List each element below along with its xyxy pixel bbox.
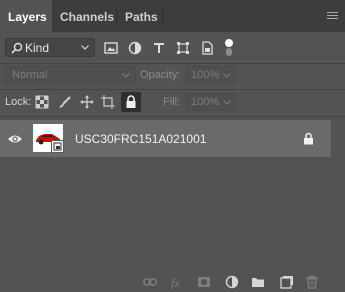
filter-kind-dropdown[interactable]: Kind	[5, 38, 95, 57]
chevron-down-icon	[223, 73, 231, 78]
new-group-icon[interactable]	[251, 275, 265, 289]
chevron-down-icon	[122, 73, 130, 78]
svg-text:fx: fx	[171, 276, 180, 289]
chevron-down-icon	[223, 100, 231, 105]
layers-scrollbar[interactable]	[331, 120, 345, 270]
divider	[0, 89, 345, 90]
add-mask-icon[interactable]	[197, 275, 211, 289]
lock-icon	[304, 132, 313, 145]
divider	[0, 116, 345, 117]
link-layers-icon[interactable]	[143, 275, 157, 289]
tab-layers[interactable]: Layers	[0, 0, 52, 32]
delete-layer-icon[interactable]	[305, 275, 319, 289]
filter-toggle-icon[interactable]	[222, 38, 236, 58]
lock-all-button[interactable]	[121, 92, 141, 112]
adjustment-filter-icon[interactable]	[128, 41, 142, 55]
tab-channels[interactable]: Channels	[52, 0, 122, 32]
lock-label: Lock:	[5, 96, 32, 108]
opacity-value: 100%	[191, 69, 220, 81]
tab-separator	[162, 8, 163, 24]
fill-value: 100%	[191, 96, 220, 108]
image-filter-icon[interactable]	[104, 41, 118, 55]
opacity-label: Opacity:	[140, 69, 181, 81]
lock-transparent-pixels-icon[interactable]	[35, 95, 49, 109]
eye-icon[interactable]	[7, 133, 23, 145]
lock-position-icon[interactable]	[80, 95, 94, 109]
new-layer-icon[interactable]	[279, 275, 293, 289]
panel-tab-bar: Layers Channels Paths	[0, 0, 345, 32]
fill-input[interactable]: 100%	[186, 93, 236, 111]
lock-image-pixels-icon[interactable]	[58, 95, 72, 109]
opacity-input[interactable]: 100%	[186, 66, 236, 84]
type-filter-icon[interactable]	[152, 41, 166, 55]
lock-all-icon	[126, 95, 136, 108]
fill-label: Fill:	[163, 96, 181, 108]
blend-mode-value: Normal	[12, 69, 48, 81]
panel-menu-icon[interactable]	[327, 12, 338, 21]
layer-row[interactable]: USC30FRC151A021001	[0, 120, 331, 157]
search-icon	[11, 42, 23, 54]
divider	[0, 63, 345, 64]
layer-name[interactable]: USC30FRC151A021001	[75, 132, 206, 146]
filter-kind-label: Kind	[25, 41, 50, 55]
chevron-down-icon	[81, 45, 89, 50]
lock-artboard-icon[interactable]	[101, 95, 115, 109]
shape-filter-icon[interactable]	[176, 41, 190, 55]
new-adjustment-layer-icon[interactable]	[225, 275, 239, 289]
smart-object-filter-icon[interactable]	[200, 41, 214, 55]
tab-paths[interactable]: Paths	[117, 0, 166, 32]
add-layer-style-icon[interactable]: fx	[170, 275, 186, 289]
blend-mode-dropdown[interactable]: Normal	[4, 66, 136, 84]
smart-object-badge-icon	[51, 140, 64, 153]
